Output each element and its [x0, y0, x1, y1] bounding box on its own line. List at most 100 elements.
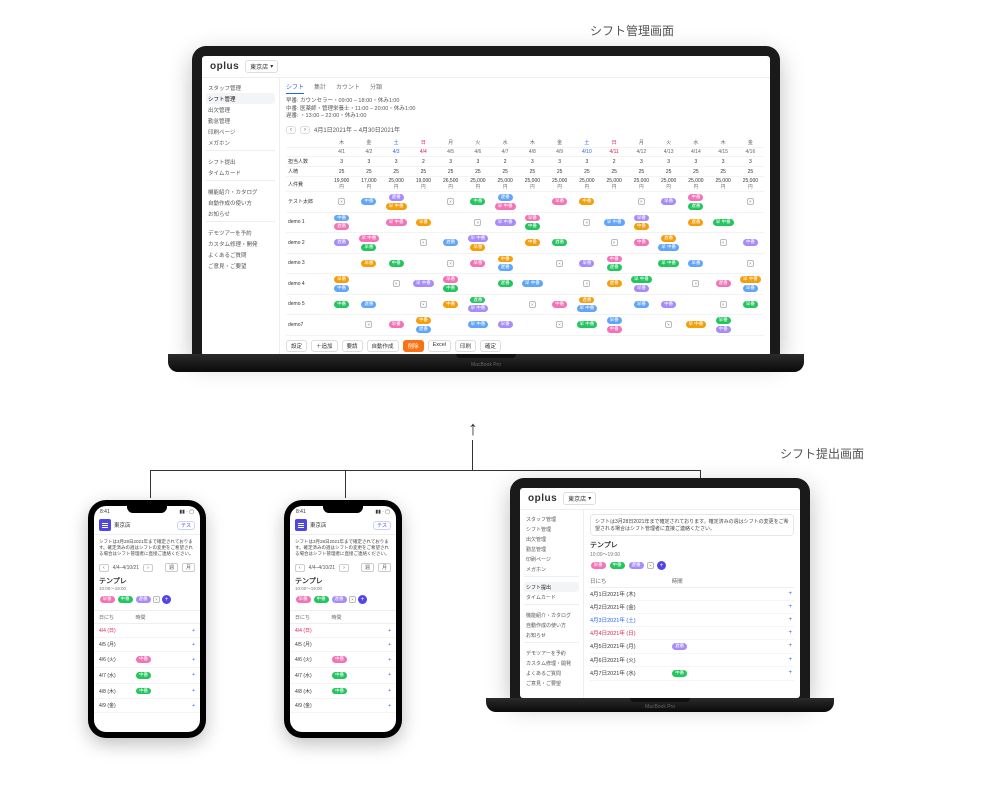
add-shift-button[interactable]: +	[786, 670, 794, 676]
shift-pill[interactable]: 早 中番	[713, 219, 734, 226]
shift-pill[interactable]: 早 中番	[386, 219, 407, 226]
shift-pill[interactable]: 早番	[634, 301, 649, 308]
grid-cell[interactable]: ×	[437, 259, 464, 268]
x-icon[interactable]: ×	[556, 321, 563, 328]
shift-pill[interactable]: 早 中番	[686, 321, 707, 328]
shift-pill[interactable]: 早番	[470, 244, 485, 251]
hamburger-icon[interactable]	[295, 519, 307, 531]
user-badge[interactable]: テス	[177, 521, 195, 530]
shift-pill[interactable]: 早 中番	[577, 321, 598, 328]
grid-cell[interactable]: 水	[492, 138, 519, 147]
sidebar-item[interactable]: シフト管理	[206, 93, 275, 104]
shift-pill[interactable]: 早番	[743, 285, 758, 292]
sidebar-item[interactable]: スタッフ管理	[524, 514, 579, 524]
grid-cell[interactable]: ×	[710, 300, 737, 309]
grid-cell[interactable]: 早 中番	[383, 217, 410, 228]
grid-cell[interactable]	[710, 201, 737, 203]
grid-cell[interactable]: 早 中番	[710, 217, 737, 228]
sidebar-item[interactable]: 勤怠管理	[524, 544, 579, 554]
next-button[interactable]: ›	[143, 564, 153, 572]
template-pill[interactable]: 中番	[314, 596, 329, 603]
grid-cell[interactable]: 4/12	[628, 148, 655, 156]
x-icon[interactable]: ×	[529, 301, 536, 308]
grid-cell[interactable]: 木	[519, 138, 546, 147]
grid-cell[interactable]: 月	[628, 138, 655, 147]
shift-pill[interactable]: 早番	[443, 276, 458, 283]
add-template-button[interactable]: +	[358, 595, 367, 604]
grid-cell[interactable]: 25,000円	[710, 177, 737, 191]
template-pill[interactable]: 遅番	[136, 596, 151, 603]
grid-cell[interactable]: 4/4	[410, 148, 437, 156]
month-button[interactable]: 月	[182, 563, 195, 572]
grid-cell[interactable]: 4/8	[519, 148, 546, 156]
grid-cell[interactable]	[492, 242, 519, 244]
grid-cell[interactable]	[519, 262, 546, 264]
delete-button[interactable]: 削除	[403, 340, 424, 352]
grid-cell[interactable]: 中番遅番	[492, 254, 519, 274]
shift-pill[interactable]: 早 中番	[495, 219, 516, 226]
template-pill[interactable]: 遅番	[629, 562, 644, 569]
sidebar-item[interactable]: デモツアーを予約	[206, 227, 275, 238]
grid-cell[interactable]: 月	[437, 138, 464, 147]
grid-cell[interactable]	[464, 283, 491, 285]
grid-cell[interactable]: 遅番	[682, 217, 709, 228]
sidebar-item[interactable]: カスタム修理・開発	[524, 658, 579, 668]
grid-cell[interactable]: 25,000円	[655, 177, 682, 191]
shift-pill[interactable]: 早 中番	[522, 280, 543, 287]
grid-cell[interactable]: 4/11	[601, 148, 628, 156]
grid-cell[interactable]: 3	[464, 158, 491, 166]
grid-cell[interactable]: 25,000円	[573, 177, 600, 191]
template-pill[interactable]: 中番	[610, 562, 625, 569]
grid-cell[interactable]: ×	[682, 279, 709, 288]
grid-cell[interactable]: 早 中番	[601, 217, 628, 228]
grid-cell[interactable]: 早 中番	[464, 319, 491, 330]
grid-cell[interactable]: 3	[573, 158, 600, 166]
grid-cell[interactable]: ×	[464, 218, 491, 227]
sidebar-item[interactable]: よくあるご質問	[524, 668, 579, 678]
shift-pill[interactable]: 早 中番	[468, 235, 489, 242]
grid-cell[interactable]: 19,900円	[328, 177, 355, 191]
grid-cell[interactable]: 25,000円	[737, 177, 764, 191]
x-icon[interactable]: ×	[583, 280, 590, 287]
shift-pill[interactable]: 早 中番	[740, 276, 761, 283]
x-icon[interactable]: ×	[583, 219, 590, 226]
grid-cell[interactable]: 25	[682, 168, 709, 176]
grid-cell[interactable]: 遅番早 中番	[655, 233, 682, 253]
shift-pill[interactable]: 早番	[716, 317, 731, 324]
list-row[interactable]: 4/9 (金)+	[290, 699, 396, 713]
grid-cell[interactable]: 早番中番	[710, 315, 737, 335]
grid-cell[interactable]: 木	[328, 138, 355, 147]
prev-button[interactable]: ‹	[295, 564, 305, 572]
grid-cell[interactable]: 早番	[383, 319, 410, 330]
grid-cell[interactable]: ×	[737, 259, 764, 268]
week-button[interactable]: 週	[165, 563, 178, 572]
sidebar-item[interactable]: タイムカード	[524, 592, 579, 602]
month-button[interactable]: 月	[378, 563, 391, 572]
grid-cell[interactable]: 早 中番早番	[628, 274, 655, 294]
grid-cell[interactable]: 4/13	[655, 148, 682, 156]
shift-pill[interactable]: 中番	[525, 223, 540, 230]
shift-pill[interactable]: 早番	[416, 219, 431, 226]
list-row[interactable]: 4/8 (木)中番+	[290, 684, 396, 700]
grid-cell[interactable]	[737, 221, 764, 223]
sidebar-item[interactable]: 機能紹介・カタログ	[524, 610, 579, 620]
shift-pill[interactable]: 遅番	[607, 280, 622, 287]
grid-cell[interactable]: 中番	[437, 299, 464, 310]
shift-pill[interactable]: 中番	[498, 256, 513, 263]
template-pill[interactable]: 早番	[591, 562, 606, 569]
template-pill[interactable]: 中番	[118, 596, 133, 603]
shift-pill[interactable]: 早 中番	[658, 244, 679, 251]
shift-pill[interactable]: 中番	[334, 215, 349, 222]
shift-pill[interactable]: 遅番	[416, 326, 431, 333]
add-shift-button[interactable]: +	[786, 643, 794, 649]
grid-cell[interactable]: 金	[355, 138, 382, 147]
grid-cell[interactable]: 遅番	[328, 237, 355, 248]
grid-cell[interactable]	[682, 303, 709, 305]
submit-row[interactable]: 4月1日2021年 (木)+	[590, 588, 794, 601]
grid-cell[interactable]: ×	[410, 300, 437, 309]
grid-cell[interactable]: 早 中番	[410, 278, 437, 289]
grid-cell[interactable]: 25,000円	[682, 177, 709, 191]
grid-cell[interactable]	[737, 324, 764, 326]
grid-cell[interactable]: 2	[410, 158, 437, 166]
grid-cell[interactable]: ×	[737, 197, 764, 206]
